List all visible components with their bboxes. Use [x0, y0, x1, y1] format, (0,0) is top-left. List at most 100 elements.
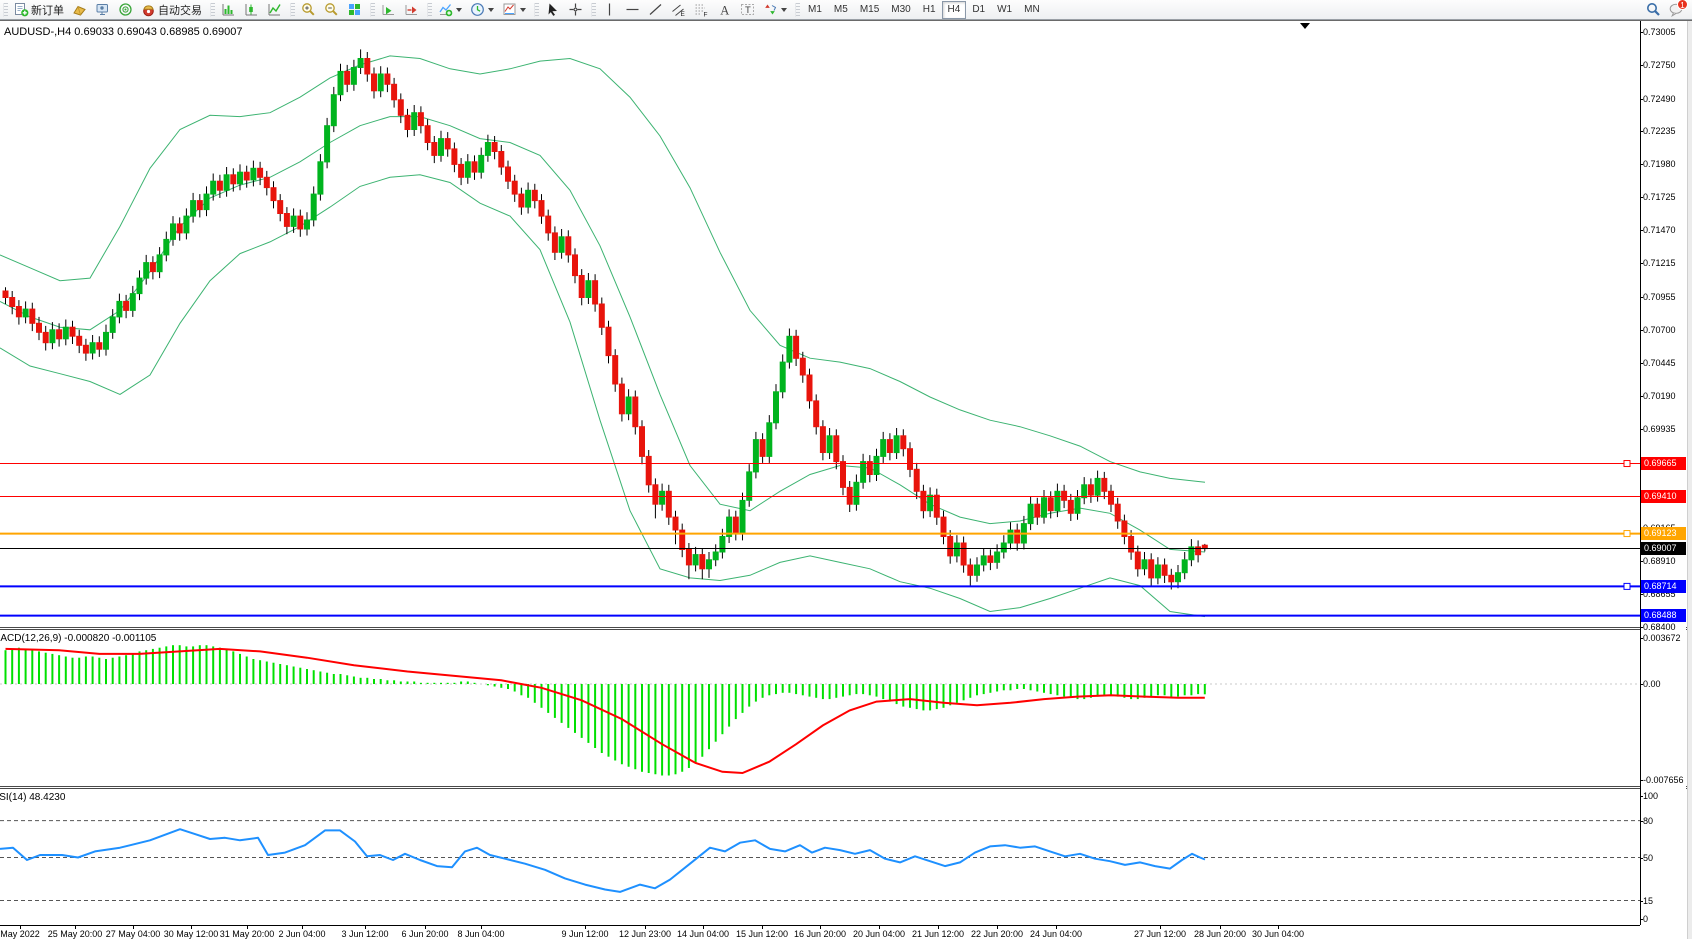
zoom-out-icon — [324, 2, 339, 17]
toolbar-button-auto-scroll[interactable] — [377, 1, 400, 19]
toolbar-button-vertical-line[interactable] — [598, 1, 621, 19]
price-axis[interactable]: 0.730050.727500.724900.722350.719800.717… — [1640, 21, 1686, 925]
time-axis-label: 30 May 12:00 — [164, 929, 219, 939]
timeframe-D1-label: D1 — [970, 4, 987, 15]
trendline-icon — [648, 2, 663, 17]
arrows-icon — [763, 2, 778, 17]
toolbar-button-arrows[interactable] — [759, 1, 791, 19]
toolbar-grip-icon[interactable] — [427, 3, 432, 17]
time-axis-label: 27 Jun 12:00 — [1134, 929, 1186, 939]
bollinger-lower-band — [0, 175, 1205, 617]
price-badge-0.69007[interactable]: 0.69007 — [1641, 542, 1686, 555]
toolbar-button-trendline[interactable] — [644, 1, 667, 19]
rsi-tick-label: 0 — [1643, 914, 1648, 924]
toolbar-button-cursor[interactable] — [541, 1, 564, 19]
toolbar-group-scroll — [367, 0, 424, 19]
bar-chart-icon — [221, 2, 236, 17]
macd-plot — [0, 630, 1640, 786]
timeframe-W1-label: W1 — [995, 4, 1014, 15]
toolbar-grip-icon[interactable] — [370, 3, 375, 17]
toolbar-button-text-label[interactable]: T — [736, 1, 759, 19]
toolbar-button-text[interactable]: A — [713, 1, 736, 19]
chevron-down-icon[interactable] — [520, 8, 526, 12]
toolbar-button-terminal[interactable] — [91, 1, 114, 19]
toolbar-button-notifications[interactable]: 1 — [1665, 1, 1688, 19]
price-tick-label: 0.70955 — [1643, 292, 1676, 302]
toolbar-button-chart-shift[interactable] — [400, 1, 423, 19]
price-badge-0.69123[interactable]: 0.69123 — [1641, 527, 1686, 540]
price-badge-0.68714[interactable]: 0.68714 — [1641, 580, 1686, 593]
toolbar-button-bar-chart[interactable] — [217, 1, 240, 19]
rsi-pane[interactable]: RSI(14) 48.4230 — [0, 789, 1640, 923]
toolbar-button-crosshair[interactable] — [564, 1, 587, 19]
toolbar-button-search[interactable] — [1642, 1, 1665, 19]
toolbar-button-line-chart[interactable] — [263, 1, 286, 19]
chevron-down-icon[interactable] — [456, 8, 462, 12]
price-tick-label: 0.71980 — [1643, 159, 1676, 169]
chevron-down-icon[interactable] — [488, 8, 494, 12]
toolbar-button-autotrade[interactable]: 自动交易 — [137, 1, 206, 19]
toolbar-button-timeframe-M15[interactable]: M15 — [854, 1, 885, 19]
toolbar-button-zoom-out[interactable] — [320, 1, 343, 19]
macd-tick-label: 0.00 — [1643, 679, 1661, 689]
toolbar-button-zoom-in[interactable] — [297, 1, 320, 19]
toolbar-button-timeframe-M1[interactable]: M1 — [802, 1, 828, 19]
price-badge-0.69410[interactable]: 0.69410 — [1641, 490, 1686, 503]
time-axis-label: 31 May 20:00 — [220, 929, 275, 939]
equidistant-channel-icon: E — [671, 2, 686, 17]
toolbar-button-indicators[interactable] — [434, 1, 466, 19]
toolbar-grip-icon[interactable] — [591, 3, 596, 17]
level-handle-0.69123 — [1624, 531, 1630, 537]
search-icon — [1646, 2, 1661, 17]
toolbar-button-timeframe-H1[interactable]: H1 — [917, 1, 942, 19]
toolbar-group-cursor — [531, 0, 588, 19]
toolbar-button-timeframe-W1[interactable]: W1 — [991, 1, 1018, 19]
timeframe-H4-label: H4 — [946, 4, 963, 15]
toolbar-grip-icon[interactable] — [210, 3, 215, 17]
toolbar-grip-icon[interactable] — [290, 3, 295, 17]
toolbar-grip-icon[interactable] — [795, 3, 800, 17]
macd-signal-line — [6, 649, 1205, 773]
toolbar-button-templates[interactable] — [498, 1, 530, 19]
rsi-indicator-label: RSI(14) 48.4230 — [0, 792, 65, 803]
periods-icon — [470, 2, 485, 17]
price-badge-0.68488[interactable]: 0.68488 — [1641, 609, 1686, 622]
toolbar-button-timeframe-D1[interactable]: D1 — [966, 1, 991, 19]
macd-pane[interactable]: MACD(12,26,9) -0.000820 -0.001105 — [0, 630, 1640, 786]
toolbar-button-signal[interactable] — [114, 1, 137, 19]
cursor-icon — [545, 2, 560, 17]
main-chart-pane[interactable]: AUDUSD-,H4 0.69033 0.69043 0.68985 0.690… — [0, 21, 1640, 629]
toolbar-button-new-order[interactable]: 新订单 — [10, 1, 68, 19]
level-handle-0.69665 — [1624, 461, 1630, 467]
indicators-icon — [438, 2, 453, 17]
chevron-down-icon[interactable] — [781, 8, 787, 12]
candlestick-plot[interactable] — [0, 21, 1640, 629]
horizontal-line-icon — [625, 2, 640, 17]
toolbar-button-timeframe-M5[interactable]: M5 — [828, 1, 854, 19]
toolbar-button-gold[interactable] — [68, 1, 91, 19]
macd-tick-label: -0.007656 — [1643, 775, 1684, 785]
price-badge-0.69665[interactable]: 0.69665 — [1641, 457, 1686, 470]
toolbar-button-timeframe-H4[interactable]: H4 — [942, 1, 967, 19]
toolbar-grip-icon[interactable] — [534, 3, 539, 17]
toolbar-button-timeframe-MN[interactable]: MN — [1018, 1, 1046, 19]
notification-badge: 1 — [1677, 0, 1688, 10]
time-axis-label: 20 Jun 04:00 — [853, 929, 905, 939]
toolbar-button-periods[interactable] — [466, 1, 498, 19]
candlestick-chart-icon — [244, 2, 259, 17]
toolbar-button-timeframe-M30[interactable]: M30 — [885, 1, 916, 19]
time-axis[interactable]: May 202225 May 20:0027 May 04:0030 May 1… — [0, 925, 1640, 939]
toolbar-button-equidistant-channel[interactable]: E — [667, 1, 690, 19]
toolbar-grip-icon[interactable] — [3, 3, 8, 17]
signal-icon — [118, 2, 133, 17]
toolbar-button-tile-windows[interactable] — [343, 1, 366, 19]
price-tick-label: 0.68400 — [1643, 622, 1676, 632]
price-tick-label: 0.71725 — [1643, 192, 1676, 202]
line-chart-icon — [267, 2, 282, 17]
price-tick-label: 0.70190 — [1643, 391, 1676, 401]
toolbar-button-candlestick-chart[interactable] — [240, 1, 263, 19]
time-axis-label: 6 Jun 20:00 — [401, 929, 448, 939]
toolbar-group-objects: EFAT — [588, 0, 792, 19]
toolbar-button-horizontal-line[interactable] — [621, 1, 644, 19]
toolbar-button-fibonacci[interactable]: F — [690, 1, 713, 19]
